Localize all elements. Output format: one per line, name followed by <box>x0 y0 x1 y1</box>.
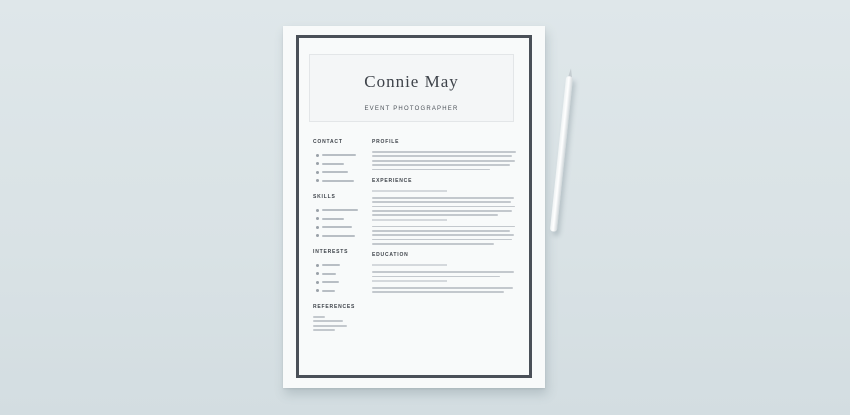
section-heading-profile: PROFILE <box>372 139 400 145</box>
resume-job-title: EVENT PHOTOGRAPHER <box>364 106 459 112</box>
section-heading-references: REFERENCES <box>313 304 356 310</box>
pen-body <box>549 75 574 232</box>
interest-item <box>313 261 368 270</box>
section-heading-contact: CONTACT <box>313 139 343 145</box>
contact-item <box>313 151 368 160</box>
email-icon <box>316 162 319 166</box>
job-subheading <box>372 189 447 192</box>
job-subheading <box>372 218 447 221</box>
contact-item <box>313 168 368 177</box>
skill-item <box>313 232 368 241</box>
skill-item <box>313 215 368 224</box>
phone-icon <box>316 153 319 157</box>
section-heading-education: EDUCATION <box>372 252 409 259</box>
stylus-pen <box>549 68 574 232</box>
contact-item <box>313 177 368 186</box>
school-subheading <box>372 264 447 267</box>
skill-item <box>313 206 368 215</box>
resume-border-frame: Connie May EVENT PHOTOGRAPHER CONTACT SK… <box>296 35 532 378</box>
section-heading-skills: SKILLS <box>313 194 336 200</box>
interest-item <box>313 278 368 287</box>
resume-name: Connie May <box>364 72 459 91</box>
web-icon <box>316 170 319 174</box>
resume-right-column: PROFILE EXPERIENCE EDUCATION <box>372 139 520 296</box>
section-heading-experience: EXPERIENCE <box>372 177 413 184</box>
interest-item <box>313 270 368 279</box>
resume-paper: Connie May EVENT PHOTOGRAPHER CONTACT SK… <box>283 26 545 388</box>
interest-item <box>313 287 368 296</box>
contact-item <box>313 160 368 169</box>
section-heading-interests: INTERESTS <box>313 249 349 255</box>
school-subheading <box>372 280 447 282</box>
resume-left-column: CONTACT SKILLS INTERESTS REFERENCES <box>313 139 368 334</box>
skill-item <box>313 223 368 232</box>
location-icon <box>316 179 319 183</box>
resume-header: Connie May EVENT PHOTOGRAPHER <box>309 54 514 122</box>
